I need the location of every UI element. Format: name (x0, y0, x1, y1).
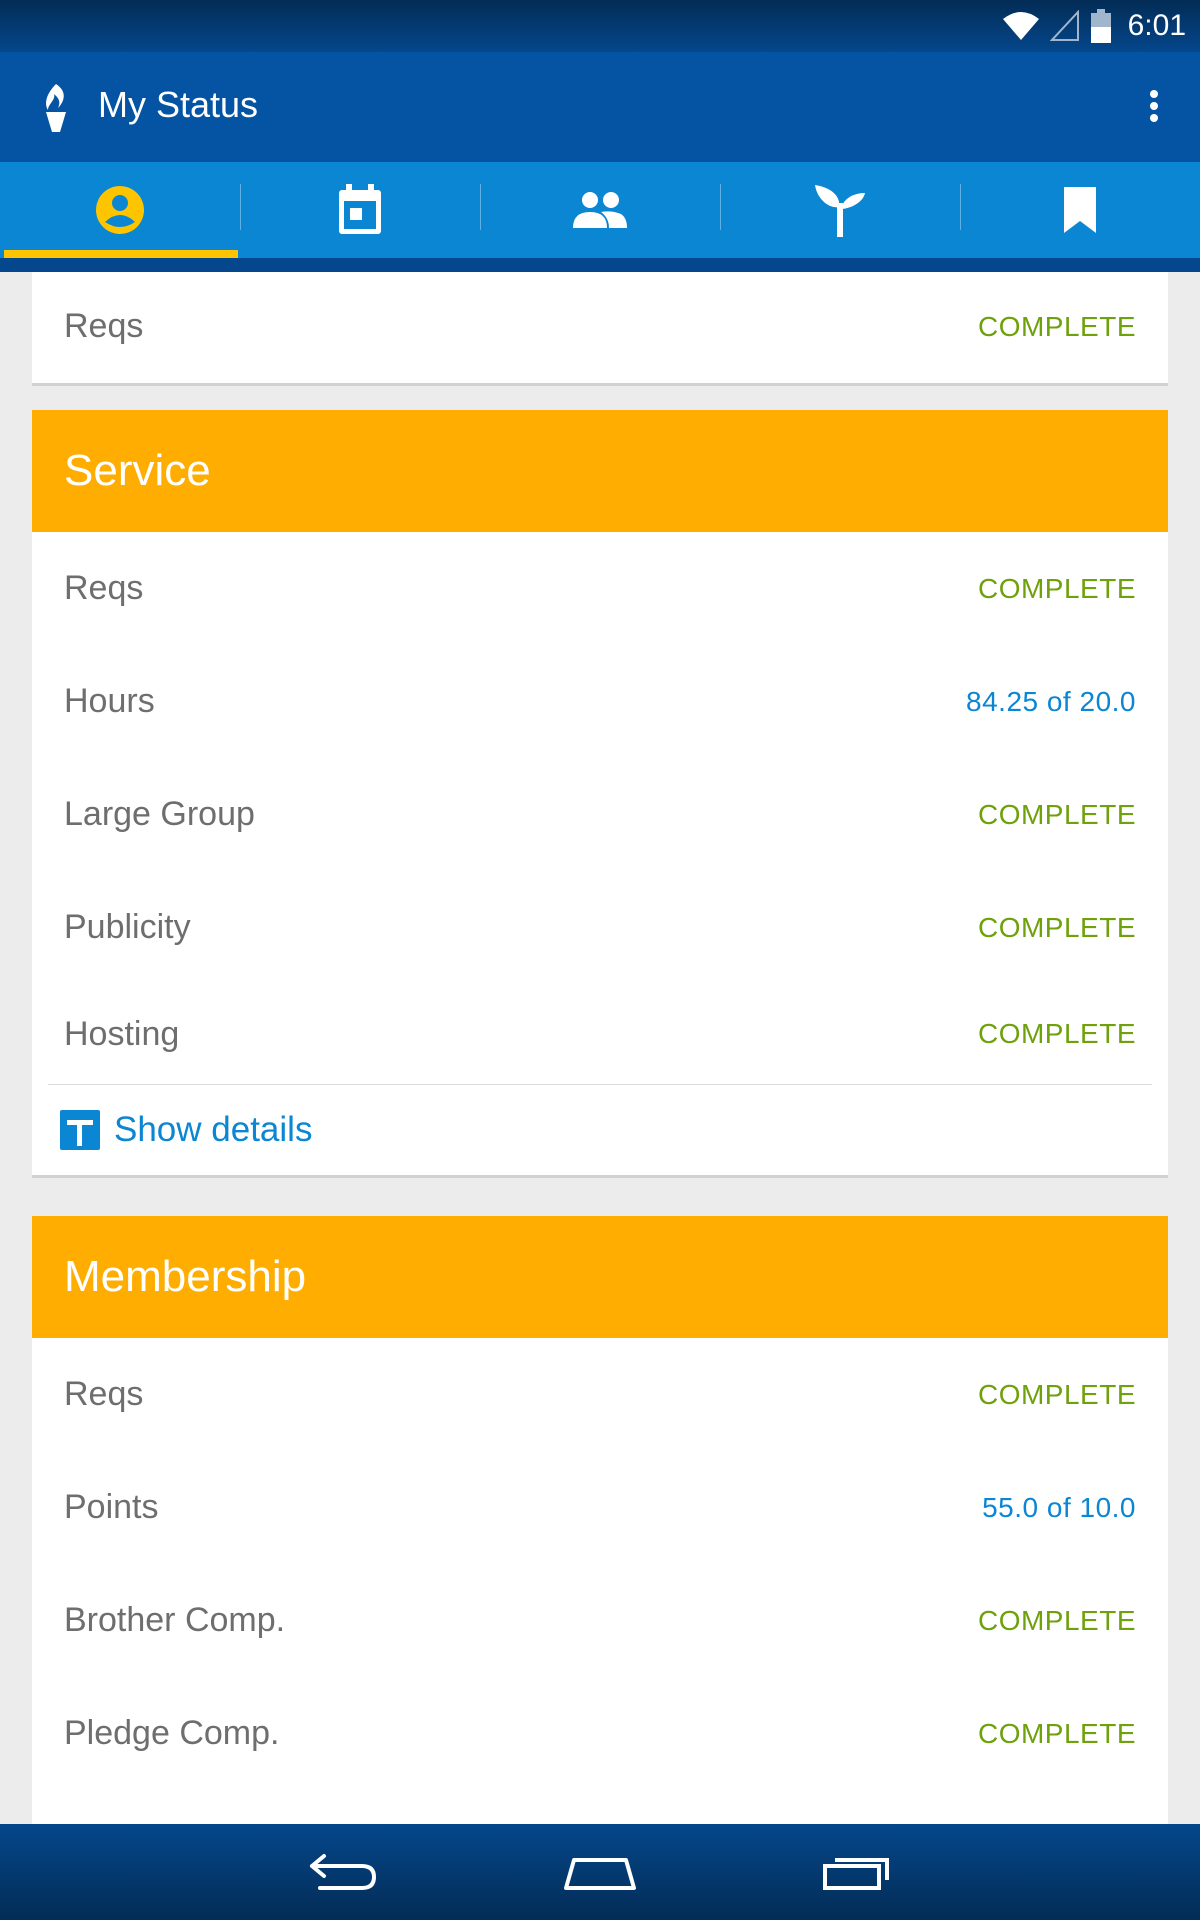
recents-button[interactable] (817, 1842, 897, 1902)
system-nav-bar (0, 1824, 1200, 1920)
tab-growth[interactable] (720, 162, 960, 258)
show-details-label: Show details (114, 1110, 313, 1149)
list-item: Hosting COMPLETE (32, 984, 1168, 1084)
list-item: Hours 84.25 of 20.0 (32, 645, 1168, 758)
tab-bar-edge (0, 258, 1200, 272)
row-label: Large Group (64, 795, 255, 833)
row-label: Reqs (64, 569, 144, 607)
list-item: Reqs COMPLETE (32, 1338, 1168, 1451)
list-item: Reqs COMPLETE (32, 532, 1168, 645)
list-item: Publicity COMPLETE (32, 871, 1168, 984)
service-header: Service (32, 410, 1168, 532)
row-label: Reqs (64, 1375, 144, 1413)
list-item: Pledge Comp. COMPLETE (32, 1677, 1168, 1790)
page-title: My Status (98, 84, 259, 125)
tab-profile[interactable] (0, 162, 240, 258)
back-icon (310, 1854, 376, 1890)
list-item: Reqs COMPLETE (32, 272, 1168, 383)
row-status: COMPLETE (977, 1604, 1136, 1636)
row-status: COMPLETE (977, 1378, 1136, 1410)
membership-header: Membership (32, 1216, 1168, 1338)
tab-calendar[interactable] (240, 162, 480, 258)
battery-icon (1090, 9, 1111, 43)
home-button[interactable] (560, 1842, 640, 1902)
group-icon (573, 192, 627, 228)
signal-icon (1049, 10, 1079, 41)
row-status: COMPLETE (977, 911, 1136, 943)
membership-card: Membership Reqs COMPLETE Points 55.0 of … (32, 1216, 1168, 1824)
sprout-icon (815, 185, 865, 237)
torch-logo-icon (46, 84, 66, 132)
row-label: Hosting (64, 1014, 180, 1053)
row-label: Points (64, 1488, 159, 1526)
list-item: Points 55.0 of 10.0 (32, 1451, 1168, 1564)
row-status: COMPLETE (977, 1018, 1136, 1049)
row-progress: 55.0 of 10.0 (982, 1491, 1136, 1523)
clock: 6:01 (1127, 9, 1186, 42)
row-label: Reqs (64, 307, 144, 345)
wifi-icon (1002, 12, 1039, 40)
row-label: Publicity (64, 908, 191, 946)
action-bar: My Status (0, 52, 1200, 162)
calendar-icon (339, 184, 381, 234)
back-button[interactable] (303, 1842, 383, 1902)
row-status: COMPLETE (977, 1717, 1136, 1749)
status-bar: 6:01 (0, 0, 1200, 52)
overflow-menu-icon[interactable] (1146, 86, 1162, 126)
list-item: Brother Comp. COMPLETE (32, 1564, 1168, 1677)
row-status: COMPLETE (977, 310, 1136, 342)
row-status: COMPLETE (977, 798, 1136, 830)
bookmark-icon (1064, 187, 1096, 233)
status-icons: 6:01 (1002, 6, 1186, 46)
recents-icon (823, 1858, 889, 1890)
row-label: Hours (64, 682, 155, 720)
plus-icon (60, 1110, 100, 1150)
status-list[interactable]: Reqs COMPLETE Service Reqs COMPLETE Hour… (0, 272, 1200, 1824)
show-details-button[interactable]: Show details (32, 1085, 1168, 1175)
home-icon (564, 1858, 636, 1890)
tab-people[interactable] (480, 162, 720, 258)
service-card: Service Reqs COMPLETE Hours 84.25 of 20.… (32, 410, 1168, 1178)
tab-bookmarks[interactable] (960, 162, 1200, 258)
list-item: Large Group COMPLETE (32, 758, 1168, 871)
previous-section-card: Reqs COMPLETE (32, 272, 1168, 386)
row-status: COMPLETE (977, 572, 1136, 604)
row-progress: 84.25 of 20.0 (966, 685, 1136, 717)
row-label: Pledge Comp. (64, 1714, 280, 1752)
tab-bar (0, 162, 1200, 258)
person-icon (96, 186, 144, 234)
row-label: Brother Comp. (64, 1601, 286, 1639)
